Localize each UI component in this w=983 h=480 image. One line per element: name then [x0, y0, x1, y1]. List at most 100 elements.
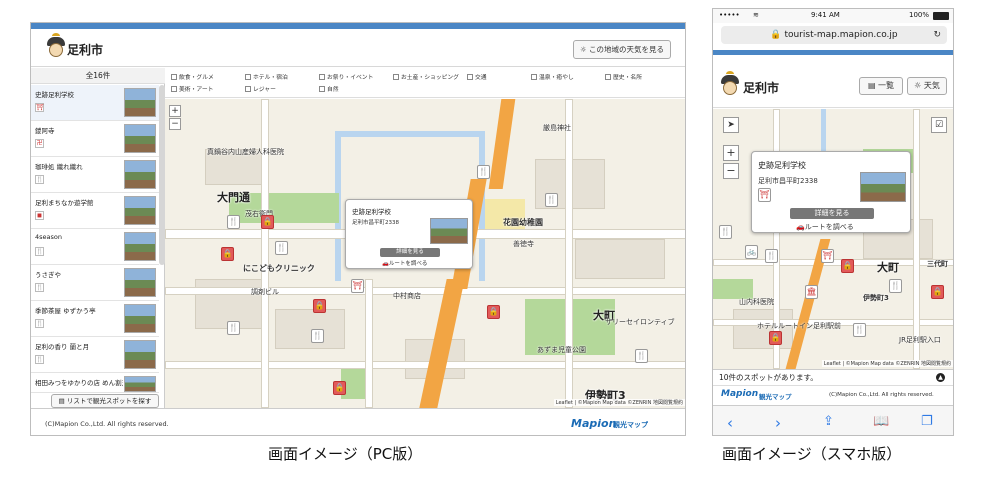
list-item[interactable]: 4season 🍴 [31, 229, 159, 265]
tabs-icon[interactable]: ❐ [921, 414, 933, 429]
filter-hotel[interactable]: ホテル・宿泊 [245, 72, 288, 81]
food-pin-icon[interactable]: 🍴 [311, 329, 324, 343]
sp-map[interactable]: ➤ + − ☑ 大町 伊勢町3 三代町 山内科医院 ホテルルートイン足利駅前 J… [713, 109, 953, 369]
page-title: 足利市 [67, 43, 104, 57]
list-icon: ▤ [58, 397, 67, 405]
spot-thumbnail [124, 232, 156, 261]
food-category-icon: 🍴 [35, 319, 44, 328]
spot-thumbnail [124, 124, 156, 153]
food-pin-icon[interactable]: 🍴 [889, 279, 902, 293]
food-pin-icon[interactable]: 🍴 [275, 241, 288, 255]
sp-header: 足利市 ▤ 一覧 ☼ 天気 [713, 55, 953, 108]
food-pin-icon[interactable]: 🍴 [853, 323, 866, 337]
detail-button[interactable]: 詳細を見る [790, 208, 874, 219]
route-link[interactable]: 🚗ルートを調べる [382, 259, 427, 267]
torii-pin-icon[interactable]: ⛩ [821, 249, 834, 263]
filter-leisure[interactable]: レジャー [245, 84, 276, 93]
locate-icon[interactable]: ➤ [723, 117, 739, 133]
pc-screen: 足利市 ☼ この地域の天気を見る 全16件 史跡足利学校 ⛩ 鑁阿寺 卍 珈琲処… [30, 22, 686, 436]
tourist-map-logo: 観光マップ [613, 421, 648, 429]
share-icon[interactable]: ⇪ [823, 414, 834, 429]
shopping-pin-icon[interactable]: 🔒 [333, 381, 346, 395]
signal-icon: ••••• [719, 11, 740, 19]
address-bar[interactable]: 🔒 tourist-map.mapion.co.jp ↻ [721, 26, 947, 44]
sun-icon: ☼ [914, 81, 924, 90]
zoom-in-button[interactable]: + [169, 105, 181, 117]
shopping-pin-icon[interactable]: 🔒 [261, 215, 274, 229]
filter-checkbox-icon[interactable]: ☑ [931, 117, 947, 133]
spot-thumbnail [124, 196, 156, 225]
list-item[interactable]: 珈琲処 織れ織れ 🍴 [31, 157, 159, 193]
list-item[interactable]: 鑁阿寺 卍 [31, 121, 159, 157]
list-item[interactable]: 季節茶屋 ゆずかう亭 🍴 [31, 301, 159, 337]
map-attribution[interactable]: Leaflet | ©Mapion Map data ©ZENRIN 地図閲覧規… [553, 399, 685, 406]
forward-icon[interactable]: › [775, 414, 781, 432]
shopping-pin-icon[interactable]: 🔒 [313, 299, 326, 313]
shopping-pin-icon[interactable]: 🔒 [841, 259, 854, 273]
list-item[interactable]: 史跡足利学校 ⛩ [31, 85, 159, 121]
shopping-pin-icon[interactable]: 🔒 [931, 285, 944, 299]
smartphone-screen: ••••• ≋ 9:41 AM 100% 🔒 tourist-map.mapio… [712, 8, 954, 436]
spot-thumbnail [124, 304, 156, 333]
food-pin-icon[interactable]: 🍴 [545, 193, 558, 207]
food-pin-icon[interactable]: 🍴 [227, 321, 240, 335]
museum-pin-icon[interactable]: 🏛 [805, 285, 818, 299]
filter-history[interactable]: 歴史・名所 [605, 72, 642, 81]
mapion-logo: Mapion [571, 417, 617, 430]
shopping-pin-icon[interactable]: 🔒 [487, 305, 500, 319]
list-item[interactable]: うさぎや 🍴 [31, 265, 159, 301]
list-item[interactable]: 相田みつをゆかりの店 めん割烹なか川 🍴 [31, 373, 159, 393]
route-link[interactable]: 🚗ルートを調べる [796, 222, 854, 232]
shopping-pin-icon[interactable]: 🔒 [221, 247, 234, 261]
list-item[interactable]: 足利まちなか遊学館 ◼ [31, 193, 159, 229]
reload-icon[interactable]: ↻ [933, 26, 941, 44]
spot-thumbnail [124, 376, 156, 392]
mapion-logo: Mapion [721, 389, 759, 399]
filter-transport[interactable]: 交通 [467, 72, 487, 81]
mascot-logo-icon [721, 71, 739, 97]
zoom-out-button[interactable]: − [723, 163, 739, 179]
list-search-button[interactable]: ▤ リストで観光スポットを探す [51, 394, 159, 408]
bicycle-pin-icon[interactable]: 🚲 [745, 245, 758, 259]
food-pin-icon[interactable]: 🍴 [635, 349, 648, 363]
pc-map[interactable]: 真鍋谷内山産婦人科医院 大門通 厳島神社 花園幼稚園 善徳寺 大町 伊勢町3 あ… [165, 99, 685, 408]
shopping-pin-icon[interactable]: 🔒 [769, 331, 782, 345]
filter-art[interactable]: 美術・アート [171, 84, 213, 93]
food-pin-icon[interactable]: 🍴 [765, 249, 778, 263]
food-pin-icon[interactable]: 🍴 [227, 215, 240, 229]
bookmarks-icon[interactable]: 📖 [873, 414, 889, 429]
food-pin-icon[interactable]: 🍴 [477, 165, 490, 179]
list-item[interactable]: 足利の香り 蘭と月 🍴 [31, 337, 159, 373]
lock-icon: 🔒 [770, 30, 782, 40]
car-icon: 🚗 [796, 223, 805, 231]
battery-icon [933, 12, 949, 20]
filter-event[interactable]: お祭り・イベント [319, 72, 373, 81]
map-attribution[interactable]: Leaflet | ©Mapion Map data ©ZENRIN 地図閲覧規… [821, 360, 953, 367]
popup-thumbnail [860, 172, 906, 202]
food-pin-icon[interactable]: 🍴 [719, 225, 732, 239]
filter-nature[interactable]: 自然 [319, 84, 339, 93]
tourist-map-logo: 観光マップ [759, 393, 792, 401]
zoom-in-button[interactable]: + [723, 145, 739, 161]
spot-thumbnail [124, 160, 156, 189]
list-button[interactable]: ▤ 一覧 [859, 77, 903, 95]
weather-button[interactable]: ☼ 天気 [907, 77, 947, 95]
filter-onsen[interactable]: 温泉・癒やし [531, 72, 574, 81]
zoom-out-button[interactable]: − [169, 118, 181, 130]
chevron-up-icon[interactable]: ▲ [936, 373, 945, 382]
filter-food[interactable]: 飲食・グルメ [171, 72, 214, 81]
category-filters: 飲食・グルメ ホテル・宿泊 お祭り・イベント お土産・ショッピング 交通 温泉・… [165, 68, 685, 98]
weather-button[interactable]: ☼ この地域の天気を見る [572, 40, 671, 59]
spot-count-bar[interactable]: 10件のスポットがあります。 ▲ [713, 369, 953, 385]
torii-pin-icon[interactable]: ⛩ [351, 279, 364, 293]
detail-button[interactable]: 詳細を見る [380, 248, 440, 257]
browser-toolbar: ‹ › ⇪ 📖 ❐ [713, 405, 953, 435]
mascot-logo-icon [47, 33, 65, 59]
filter-shopping[interactable]: お土産・ショッピング [393, 72, 459, 81]
spot-thumbnail [124, 268, 156, 297]
pc-caption: 画面イメージ（PC版） [268, 445, 423, 463]
sp-caption: 画面イメージ（スマホ版） [722, 445, 902, 463]
temple-category-icon: 卍 [35, 139, 44, 148]
food-category-icon: 🍴 [35, 175, 44, 184]
back-icon[interactable]: ‹ [727, 414, 733, 432]
